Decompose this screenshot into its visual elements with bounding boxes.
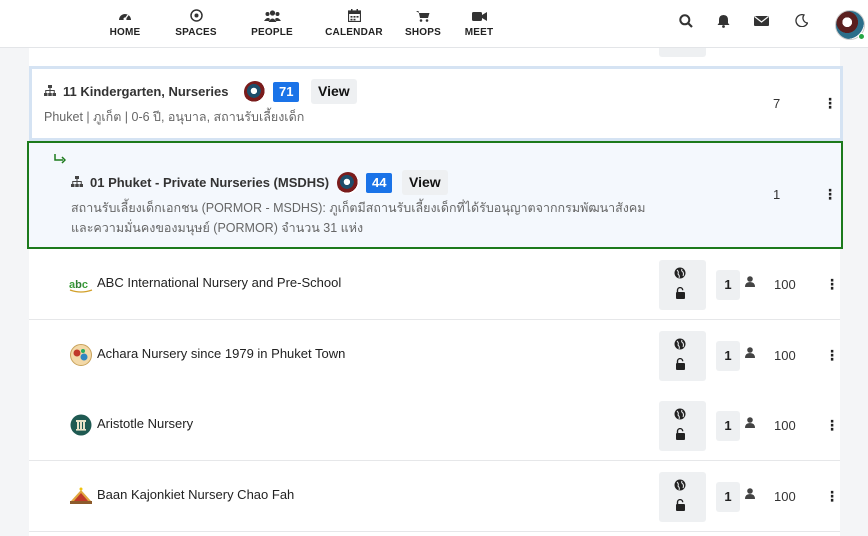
online-status-dot xyxy=(858,33,865,40)
child-view-button[interactable]: View xyxy=(402,170,448,195)
sitemap-icon xyxy=(71,176,83,190)
row-kebab-menu-icon[interactable]: ⋮ xyxy=(825,277,839,291)
nav-home-label: HOME xyxy=(109,27,141,38)
nav-meet-label: MEET xyxy=(464,27,494,38)
parent-category-card[interactable] xyxy=(29,66,843,141)
list-item-name[interactable]: Baan Kajonkiet Nursery Chao Fah xyxy=(97,487,294,502)
row-kebab-menu-icon[interactable]: ⋮ xyxy=(825,348,839,362)
member-count: 1 xyxy=(716,411,740,441)
parent-category-description: Phuket | ภูเก็ต | 0-6 ปี, อนุบาล, สถานรั… xyxy=(44,110,305,124)
baan-kajonkiet-logo xyxy=(69,485,93,507)
aristotle-nursery-logo xyxy=(69,414,93,436)
moon-icon[interactable] xyxy=(791,14,811,30)
nav-shops[interactable]: SHOPS xyxy=(393,8,453,38)
score-value: 100 xyxy=(774,418,796,433)
child-category-title[interactable]: 01 Phuket - Private Nurseries (MSDHS) xyxy=(90,175,329,190)
target-icon xyxy=(166,8,226,26)
nav-spaces[interactable]: SPACES xyxy=(166,8,226,38)
nav-calendar[interactable]: CALENDAR xyxy=(324,8,384,38)
user-icon xyxy=(745,276,755,290)
member-count: 1 xyxy=(716,482,740,512)
achara-nursery-logo xyxy=(69,344,93,366)
unlock-icon xyxy=(675,286,686,302)
parent-kebab-menu-icon[interactable]: ⋮ xyxy=(823,96,837,110)
globe-icon xyxy=(674,408,686,423)
subcategory-arrow-icon xyxy=(54,153,67,167)
search-icon[interactable] xyxy=(676,14,696,31)
nav-shops-label: SHOPS xyxy=(404,27,441,38)
row-kebab-menu-icon[interactable]: ⋮ xyxy=(825,418,839,432)
video-icon xyxy=(449,8,509,26)
nav-spaces-label: SPACES xyxy=(175,27,217,38)
users-icon xyxy=(242,8,302,26)
parent-member-badge: 71 xyxy=(273,82,300,102)
list-item-name[interactable]: ABC International Nursery and Pre-School xyxy=(97,275,341,290)
sitemap-icon xyxy=(44,85,56,99)
visibility-toggle[interactable] xyxy=(659,331,706,381)
nav-calendar-label: CALENDAR xyxy=(325,27,383,38)
score-value: 100 xyxy=(774,489,796,504)
list-item[interactable]: Aristotle Nursery 1 100 ⋮ xyxy=(29,390,840,461)
member-count: 1 xyxy=(716,270,740,300)
unlock-icon xyxy=(675,427,686,443)
nav-people[interactable]: PEOPLE xyxy=(242,8,302,38)
user-icon xyxy=(745,488,755,502)
member-count: 1 xyxy=(716,341,740,371)
row-kebab-menu-icon[interactable]: ⋮ xyxy=(825,489,839,503)
score-value: 100 xyxy=(774,277,796,292)
unlock-icon xyxy=(675,498,686,514)
unlock-icon xyxy=(675,357,686,373)
child-category-description-line1: สถานรับเลี้ยงเด็กเอกชน (PORMOR - MSDHS):… xyxy=(71,201,646,215)
child-kebab-menu-icon[interactable]: ⋮ xyxy=(823,187,837,201)
list-item-name[interactable]: Aristotle Nursery xyxy=(97,416,193,431)
user-icon xyxy=(745,347,755,361)
cart-icon xyxy=(393,8,453,26)
visibility-toggle[interactable] xyxy=(659,472,706,522)
visibility-toggle[interactable] xyxy=(659,260,706,310)
child-category-avatar xyxy=(337,172,359,194)
top-navbar: HOME SPACES PEOPLE CALENDAR SHOPS MEET xyxy=(0,0,868,48)
parent-category-title[interactable]: 11 Kindergarten, Nurseries xyxy=(63,84,228,99)
parent-category-avatar xyxy=(244,81,266,103)
user-icon xyxy=(745,417,755,431)
list-item[interactable]: Achara Nursery since 1979 in Phuket Town… xyxy=(29,320,840,391)
bell-icon[interactable] xyxy=(713,14,733,31)
nav-people-label: PEOPLE xyxy=(251,27,293,38)
globe-icon xyxy=(674,479,686,494)
visibility-toggle[interactable] xyxy=(659,401,706,451)
envelope-icon[interactable] xyxy=(751,14,771,30)
list-item[interactable]: abc ABC International Nursery and Pre-Sc… xyxy=(29,249,840,320)
dashboard-icon xyxy=(95,8,155,26)
score-value: 100 xyxy=(774,348,796,363)
svg-text:abc: abc xyxy=(69,279,88,291)
abc-nursery-logo: abc xyxy=(69,273,93,295)
nav-home[interactable]: HOME xyxy=(95,8,155,38)
nav-meet[interactable]: MEET xyxy=(449,8,509,38)
parent-view-button[interactable]: View xyxy=(311,79,357,104)
list-item-name[interactable]: Achara Nursery since 1979 in Phuket Town xyxy=(97,346,345,361)
list-item[interactable]: Baan Kajonkiet Nursery Chao Fah 1 100 ⋮ xyxy=(29,461,840,532)
previous-row-stub xyxy=(659,48,706,57)
parent-category-count: 7 xyxy=(773,96,781,111)
child-member-badge: 44 xyxy=(366,173,393,193)
child-category-count: 1 xyxy=(773,187,781,202)
calendar-icon xyxy=(324,8,384,26)
globe-icon xyxy=(674,267,686,282)
child-category-description-line2: และความมั่นคงของมนุษย์ (PORMOR) จำนวน 31… xyxy=(71,221,364,235)
globe-icon xyxy=(674,338,686,353)
